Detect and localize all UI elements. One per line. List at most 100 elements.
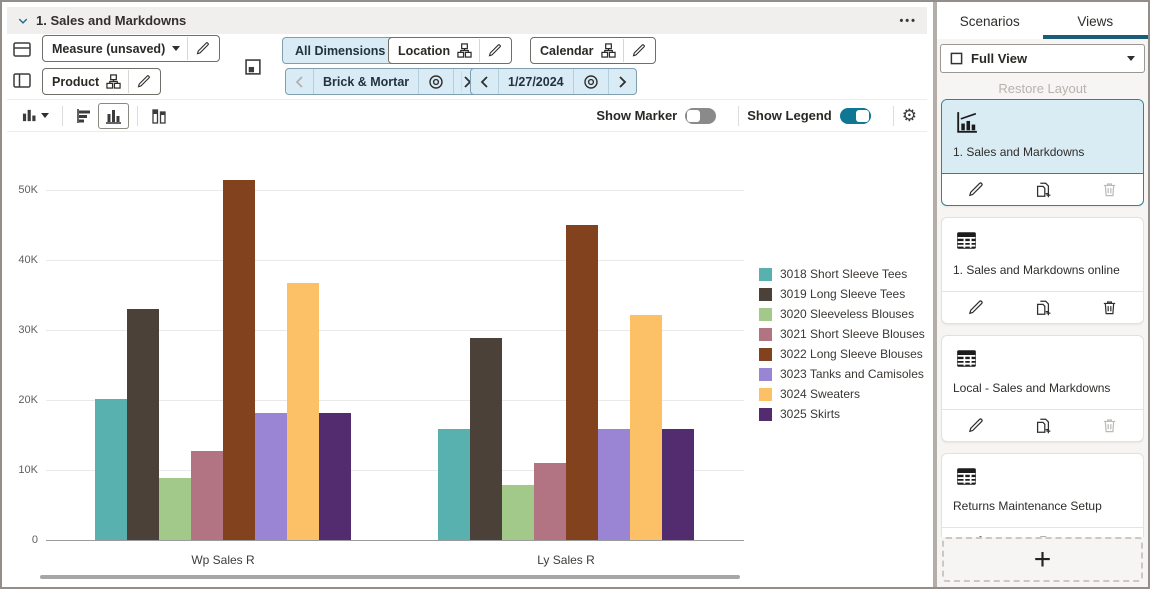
calendar-selector: 1/27/2024 (470, 68, 637, 95)
view-card-actions (942, 173, 1143, 205)
collapse-chevron-icon[interactable] (17, 15, 29, 27)
bar-3020-wp-sales-r (159, 478, 191, 540)
legend-swatch (759, 327, 772, 341)
bar-chart: 0 10K 20K 30K 40K 50K Wp Sales R Ly Sales R 30… (4, 132, 933, 585)
chart-horizontal-scrollbar[interactable] (40, 575, 740, 579)
x-category-label: Ly Sales R (537, 553, 595, 567)
legend-item: 3023 Tanks and Camisoles (759, 364, 925, 384)
bar-3018-wp-sales-r (95, 399, 127, 540)
tab-views[interactable]: Views (1042, 4, 1148, 39)
view-title: 1. Sales and Markdowns (36, 13, 187, 28)
edit-view-button[interactable] (967, 417, 984, 434)
calendar-tile-label: Calendar (540, 43, 594, 58)
location-prev-button[interactable] (286, 69, 314, 94)
legend-item: 3021 Short Sleeve Blouses (759, 324, 925, 344)
legend-item: 3018 Short Sleeve Tees (759, 264, 925, 284)
view-card-actions (942, 291, 1143, 323)
location-target-button[interactable] (419, 69, 455, 94)
view-card-actions (942, 409, 1143, 441)
edit-view-button[interactable] (967, 181, 984, 198)
bar-chart-icon (22, 109, 36, 122)
all-dimensions-button[interactable]: All Dimensions (282, 37, 399, 64)
edit-pencil-icon[interactable] (195, 41, 210, 56)
view-card-1[interactable]: 1. Sales and Markdowns (941, 99, 1144, 206)
view-card-4[interactable]: Returns Maintenance Setup (941, 453, 1144, 537)
chart-legend: 3018 Short Sleeve Tees 3019 Long Sleeve T… (759, 264, 925, 424)
view-card-3[interactable]: Local - Sales and Markdowns (941, 335, 1144, 442)
bar-3022-wp-sales-r (223, 180, 255, 540)
legend-item: 3024 Sweaters (759, 384, 925, 404)
tab-scenarios[interactable]: Scenarios (937, 4, 1043, 39)
calendar-next-button[interactable] (609, 69, 636, 94)
gridline (46, 540, 744, 541)
show-marker-label: Show Marker (596, 108, 678, 123)
location-tile[interactable]: Location (388, 37, 513, 64)
columns-axis-icon[interactable] (13, 72, 31, 89)
dropdown-caret-icon (172, 46, 181, 51)
sidebar-tabs: Scenarios Views (937, 4, 1148, 39)
location-selector: Brick & Mortar (285, 68, 483, 95)
hierarchy-icon (106, 74, 121, 89)
show-legend-toggle[interactable] (839, 107, 871, 124)
bar-3024-ly-sales-r (630, 315, 662, 540)
edit-pencil-icon[interactable] (487, 43, 502, 58)
restore-layout-label: Restore Layout (998, 81, 1087, 96)
view-card-label: 1. Sales and Markdowns online (953, 263, 1120, 277)
legend-swatch (759, 287, 772, 301)
legend-swatch (759, 267, 772, 281)
show-legend-label: Show Legend (747, 108, 832, 123)
calendar-prev-button[interactable] (471, 69, 499, 94)
legend-item: 3020 Sleeveless Blouses (759, 304, 925, 324)
view-card-2[interactable]: 1. Sales and Markdowns online (941, 217, 1144, 324)
edit-pencil-icon[interactable] (631, 43, 646, 58)
table-view-icon (957, 350, 976, 367)
bar-3019-wp-sales-r (127, 309, 159, 540)
bar-3023-wp-sales-r (255, 412, 287, 540)
product-tile[interactable]: Product (42, 68, 162, 95)
rows-axis-icon[interactable] (13, 41, 31, 58)
legend-swatch (759, 367, 772, 381)
delete-view-button (1101, 181, 1118, 198)
stacked-bar-chart-button[interactable] (146, 105, 172, 127)
calendar-tile[interactable]: Calendar (530, 37, 656, 64)
show-marker-toggle[interactable] (685, 107, 717, 124)
page-axis-icon[interactable] (245, 59, 262, 76)
view-mode-dropdown[interactable]: Full View (940, 44, 1145, 73)
copy-view-button[interactable] (1034, 299, 1052, 317)
legend-swatch (759, 407, 772, 421)
edit-pencil-icon[interactable] (136, 74, 151, 89)
bar-3023-ly-sales-r (598, 428, 630, 540)
chart-settings-gear-icon[interactable]: ⚙ (902, 107, 917, 124)
legend-swatch (759, 347, 772, 361)
dropdown-caret-icon (41, 113, 49, 118)
bar-3024-wp-sales-r (287, 283, 319, 540)
copy-view-button[interactable] (1034, 417, 1052, 435)
dropdown-caret-icon (1127, 56, 1135, 61)
chart-type-dropdown-button[interactable] (17, 105, 54, 126)
legend-label: 3019 Long Sleeve Tees (780, 287, 906, 301)
vertical-bar-chart-button-selected[interactable] (98, 102, 129, 129)
horizontal-bar-chart-button[interactable] (71, 105, 98, 127)
view-card-list: 1. Sales and Markdowns 1. Sales and Markd… (941, 99, 1144, 537)
bullseye-icon (583, 74, 598, 89)
legend-label: 3024 Sweaters (780, 387, 861, 401)
legend-item: 3025 Skirts (759, 404, 925, 424)
add-view-button[interactable]: + (942, 537, 1143, 582)
legend-item: 3022 Long Sleeve Blouses (759, 344, 925, 364)
location-selector-value: Brick & Mortar (314, 69, 420, 94)
calendar-target-button[interactable] (574, 69, 609, 94)
edit-view-button[interactable] (967, 299, 984, 316)
main-panel: 1. Sales and Markdowns ••• Measure (unsa… (4, 4, 933, 585)
bar-3020-ly-sales-r (502, 485, 534, 540)
measure-tile[interactable]: Measure (unsaved) (42, 35, 221, 62)
chart-view-icon (957, 112, 977, 133)
overflow-menu-button[interactable]: ••• (899, 15, 917, 27)
delete-view-button[interactable] (1101, 299, 1118, 316)
x-category-label: Wp Sales R (191, 553, 255, 567)
hierarchy-icon (457, 43, 472, 58)
y-tick-label: 0 (31, 534, 38, 546)
copy-view-button[interactable] (1034, 181, 1052, 199)
bar-3021-ly-sales-r (534, 463, 566, 540)
y-tick-label: 40K (18, 254, 38, 266)
y-tick-label: 30K (18, 324, 38, 336)
